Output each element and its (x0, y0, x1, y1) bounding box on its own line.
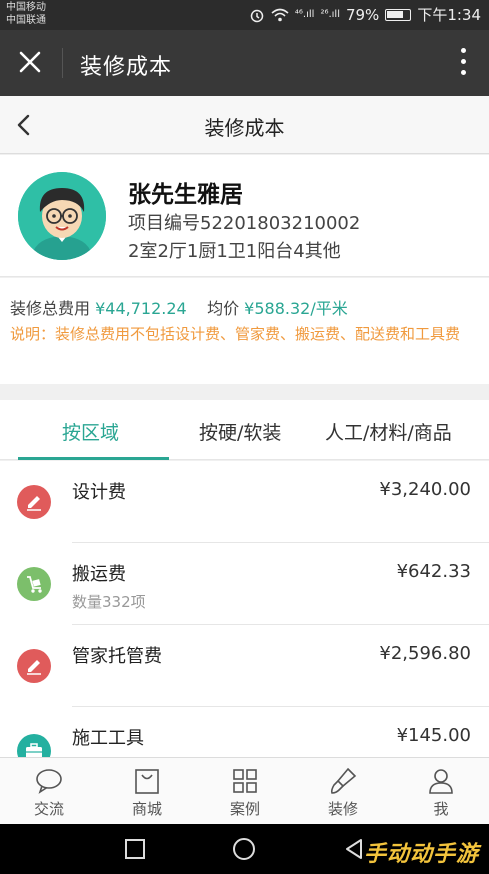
nav-me[interactable]: 我 (392, 758, 489, 825)
wechat-title: 装修成本 (80, 55, 173, 80)
nav-label: 我 (433, 800, 449, 818)
battery-icon (385, 8, 412, 21)
system-nav-bar: 手动动手游 (0, 824, 489, 874)
item-quantity: 数量332项 (72, 593, 146, 611)
recent-apps-icon[interactable] (123, 837, 147, 861)
home-icon[interactable] (232, 837, 256, 861)
back-icon[interactable] (342, 837, 366, 861)
tab-by-area[interactable]: 按区域 (62, 418, 119, 445)
nav-chat[interactable]: 交流 (0, 758, 98, 825)
nav-shop[interactable]: 商城 (98, 758, 196, 825)
status-indicators: ⁴⁶.ıll ²⁶.ıll 79% 下午1:34 (249, 4, 481, 25)
item-label: 管家托管费 (72, 646, 162, 667)
total-label: 装修总费用 (10, 299, 91, 318)
battery-percent: 79% (345, 5, 380, 24)
toolbox-icon (17, 734, 51, 757)
bottom-nav: 交流 商城 案例 装修 我 (0, 757, 489, 824)
item-amount: ¥642.33 (396, 561, 471, 582)
item-label: 施工工具 (72, 728, 144, 749)
list-item[interactable]: 搬运费 数量332项 ¥642.33 (0, 543, 489, 625)
avg-value: ¥588.32/平米 (244, 299, 348, 318)
chat-icon (36, 769, 62, 794)
wifi-icon (271, 8, 289, 21)
pencil-icon (17, 649, 51, 683)
divider (62, 48, 63, 78)
cost-summary: 装修总费用 ¥44,712.24 均价 ¥588.32/平米 说明：装修总费用不… (0, 278, 489, 384)
cart-icon (17, 567, 51, 601)
tab-labor-material[interactable]: 人工/材料/商品 (325, 418, 452, 445)
item-label: 搬运费 (72, 564, 126, 585)
avatar-illustration (18, 172, 106, 260)
carrier-1: 中国移动 (6, 2, 46, 13)
brush-icon (330, 767, 357, 794)
list-item[interactable]: 管家托管费 ¥2,596.80 (0, 625, 489, 707)
carrier-2: 中国联通 (6, 15, 46, 26)
avg-label: 均价 (207, 299, 240, 318)
person-icon (429, 769, 453, 794)
signal-1: ⁴⁶.ıll (294, 9, 315, 20)
pencil-icon (17, 485, 51, 519)
item-label: 设计费 (72, 482, 126, 503)
alarm-icon (250, 9, 264, 22)
nav-label: 商城 (131, 800, 162, 818)
nav-renovation[interactable]: 装修 (294, 758, 392, 825)
active-tab-indicator (18, 457, 169, 460)
category-tabs: 按区域 按硬/软装 人工/材料/商品 (0, 400, 489, 460)
list-item[interactable]: 施工工具 ¥145.00 (0, 707, 489, 757)
shopping-bag-icon (135, 769, 159, 794)
nav-cases[interactable]: 案例 (196, 758, 294, 825)
page-title: 装修成本 (204, 116, 285, 140)
nav-label: 案例 (229, 800, 260, 818)
carrier-info: 中国移动 中国联通 (6, 1, 46, 27)
signal-2: ²⁶.ıll (320, 9, 340, 20)
avatar (18, 172, 106, 260)
tab-hard-soft[interactable]: 按硬/软装 (199, 418, 281, 445)
clock: 下午1:34 (417, 6, 481, 24)
room-layout: 2室2厅1厨1卫1阳台4其他 (128, 241, 341, 262)
total-line: 装修总费用 ¥44,712.24 均价 ¥588.32/平米 (10, 295, 348, 319)
project-code: 项目编号52201803210002 (128, 213, 361, 234)
project-name: 张先生雅居 (128, 182, 243, 208)
item-amount: ¥3,240.00 (379, 479, 471, 500)
watermark: 手动动手游 (363, 842, 479, 867)
item-amount: ¥145.00 (396, 725, 471, 746)
page-header: 装修成本 (0, 96, 489, 154)
item-amount: ¥2,596.80 (379, 643, 471, 664)
status-bar: 中国移动 中国联通 ⁴⁶.ıll ²⁶.ıll 79% 下午1:34 (0, 0, 489, 30)
grid-icon (233, 769, 257, 793)
list-item[interactable]: 设计费 ¥3,240.00 (0, 461, 489, 543)
nav-label: 交流 (33, 800, 64, 818)
more-menu-icon[interactable] (459, 48, 467, 78)
nav-label: 装修 (327, 800, 358, 818)
project-profile: 张先生雅居 项目编号52201803210002 2室2厅1厨1卫1阳台4其他 (0, 155, 489, 277)
close-icon[interactable] (16, 48, 44, 76)
cost-note: 说明：装修总费用不包括设计费、管家费、搬运费、配送费和工具费 (10, 325, 461, 343)
total-value: ¥44,712.24 (95, 299, 187, 318)
wechat-title-bar: 装修成本 (0, 30, 489, 96)
cost-list: 设计费 ¥3,240.00 搬运费 数量332项 ¥642.33 管家托管费 ¥… (0, 461, 489, 757)
